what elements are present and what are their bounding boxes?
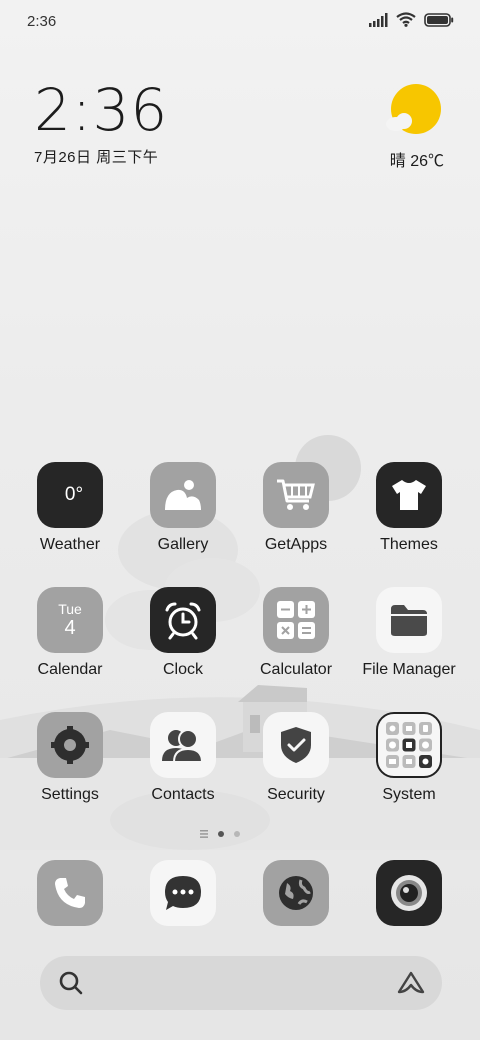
- weather-icon: 0°: [37, 462, 103, 528]
- app-label: File Manager: [362, 661, 456, 678]
- app-file-manager[interactable]: File Manager: [354, 587, 464, 679]
- app-label: Calculator: [259, 661, 333, 678]
- weather-icon-temp: 0°: [64, 484, 84, 505]
- search-bar[interactable]: [40, 956, 442, 1010]
- dock-browser[interactable]: [241, 860, 351, 926]
- app-themes[interactable]: Themes: [354, 462, 464, 554]
- app-label: Gallery: [157, 536, 209, 553]
- messages-icon: [150, 860, 216, 926]
- browser-icon: [263, 860, 329, 926]
- app-label: Calendar: [37, 661, 103, 678]
- app-weather[interactable]: 0° Weather: [15, 462, 125, 554]
- weather-condition: 晴 26℃: [389, 153, 444, 170]
- tshirt-icon: [376, 462, 442, 528]
- status-icons: [368, 12, 454, 27]
- app-label: GetApps: [264, 536, 328, 553]
- status-time: 2:36: [27, 13, 57, 30]
- app-clock[interactable]: Clock: [128, 587, 238, 679]
- app-label: Clock: [162, 661, 203, 678]
- widget-time: 2:36: [34, 76, 169, 144]
- calculator-icon: [263, 587, 329, 653]
- list-icon[interactable]: [200, 830, 208, 838]
- app-contacts[interactable]: Contacts: [128, 712, 238, 804]
- folder-grid-icon: [376, 712, 442, 778]
- dock-phone[interactable]: [15, 860, 125, 926]
- widget-date: 7月26日 周三下午: [34, 149, 159, 166]
- app-getapps[interactable]: GetApps: [241, 462, 351, 554]
- status-bar: 2:36: [0, 0, 480, 44]
- phone-icon: [37, 860, 103, 926]
- contacts-icon: [150, 712, 216, 778]
- app-settings[interactable]: Settings: [15, 712, 125, 804]
- folder-icon: [376, 587, 442, 653]
- app-label: System: [382, 786, 436, 803]
- app-label: Settings: [41, 786, 99, 803]
- dock-camera[interactable]: [354, 860, 464, 926]
- signal-icon: [369, 12, 388, 27]
- camera-icon: [376, 860, 442, 926]
- page-dot-active[interactable]: [218, 831, 224, 837]
- sun-cloud-icon: [386, 84, 441, 134]
- gallery-icon: [150, 462, 216, 528]
- calendar-icon-date: 4: [64, 617, 76, 639]
- gear-icon: [37, 712, 103, 778]
- clock-widget[interactable]: 2:36 7月26日 周三下午: [34, 80, 168, 167]
- assistant-icon[interactable]: [396, 970, 426, 996]
- cart-icon: [263, 462, 329, 528]
- app-label: Contacts: [151, 786, 215, 803]
- wifi-icon: [396, 12, 416, 27]
- dock-messages[interactable]: [128, 860, 238, 926]
- search-icon: [59, 971, 83, 995]
- app-security[interactable]: Security: [241, 712, 351, 804]
- alarm-clock-icon: [150, 587, 216, 653]
- app-label: Themes: [380, 536, 438, 553]
- app-label: Weather: [39, 536, 101, 553]
- battery-icon: [424, 12, 454, 27]
- app-label: Security: [267, 786, 325, 803]
- shield-icon: [263, 712, 329, 778]
- calendar-icon: Tue 4: [37, 587, 103, 653]
- app-calculator[interactable]: Calculator: [241, 587, 351, 679]
- app-calendar[interactable]: Tue 4 Calendar: [15, 587, 125, 679]
- folder-system[interactable]: System: [354, 712, 464, 804]
- page-indicator[interactable]: [200, 830, 240, 838]
- app-gallery[interactable]: Gallery: [128, 462, 238, 554]
- calendar-icon-day: Tue: [58, 601, 82, 617]
- page-dot[interactable]: [234, 831, 240, 837]
